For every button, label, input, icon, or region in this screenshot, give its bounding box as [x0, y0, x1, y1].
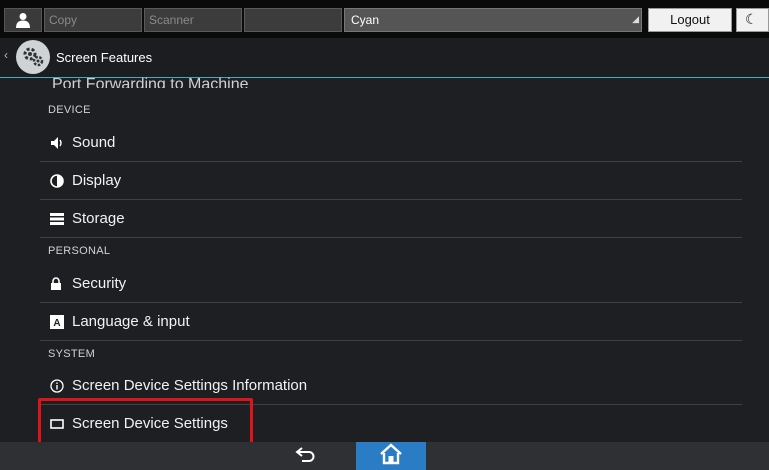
speaker-icon [50, 136, 72, 150]
language-label: Language & input [72, 313, 190, 330]
bottom-nav-bar [0, 442, 769, 470]
back-button[interactable] [286, 445, 326, 467]
partial-list-item[interactable]: Port Forwarding to Machine [52, 74, 249, 88]
storage-icon [50, 212, 72, 225]
home-button[interactable] [356, 442, 426, 470]
empty-slot[interactable] [244, 8, 342, 32]
port-forwarding-label: Port Forwarding to Machine [52, 76, 249, 88]
scanner-slot[interactable]: Scanner [144, 8, 242, 32]
language-icon: A [50, 314, 72, 329]
section-system: SYSTEM [48, 348, 96, 360]
brightness-icon [50, 173, 72, 188]
list-item-sound[interactable]: Sound [40, 124, 742, 162]
home-icon [379, 442, 403, 470]
back-chevron-icon[interactable]: ‹ [4, 48, 8, 62]
list-item-display[interactable]: Display [40, 162, 742, 200]
svg-text:A: A [53, 318, 60, 329]
toner-status-label: Cyan [351, 13, 380, 27]
logout-button[interactable]: Logout [648, 8, 732, 32]
list-item-security[interactable]: Security [40, 265, 742, 303]
page-title: Screen Features [56, 50, 153, 65]
display-label: Display [72, 172, 122, 189]
copy-slot[interactable]: Copy [44, 8, 142, 32]
moon-icon: ☾ [745, 11, 758, 27]
status-bar: Copy Scanner Cyan ◢ Logout ☾ [0, 0, 769, 38]
lock-icon [50, 276, 72, 291]
back-arrow-icon [294, 445, 318, 468]
list-item-language[interactable]: A Language & input [40, 303, 742, 341]
device-info-label: Screen Device Settings Information [72, 377, 308, 394]
energy-saver-button[interactable]: ☾ [736, 8, 769, 32]
app-header: ‹ Screen Features [0, 38, 769, 78]
section-personal: PERSONAL [48, 245, 111, 257]
storage-label: Storage [72, 210, 125, 227]
section-device: DEVICE [48, 104, 91, 116]
list-item-storage[interactable]: Storage [40, 200, 742, 238]
security-label: Security [72, 275, 127, 292]
corner-indicator-icon: ◢ [632, 14, 639, 24]
settings-gear-icon [16, 40, 50, 74]
info-icon [50, 378, 72, 393]
sound-label: Sound [72, 134, 116, 151]
toner-status[interactable]: Cyan ◢ [344, 8, 642, 32]
user-icon[interactable] [4, 8, 42, 32]
